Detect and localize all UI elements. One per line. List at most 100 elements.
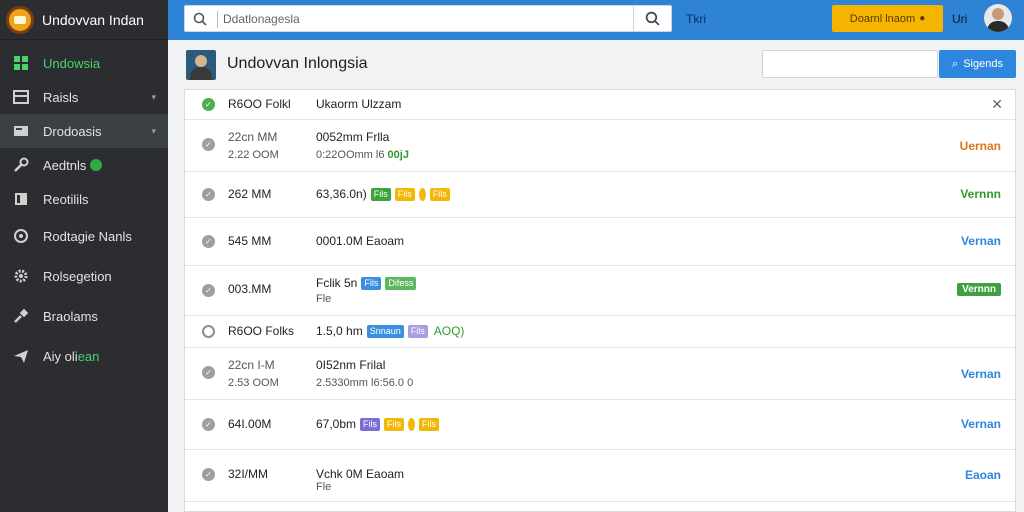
header-time: R6OO Folkl <box>228 97 291 111</box>
row-time: R6OO Folks <box>228 324 295 338</box>
sidebar-item-braolams[interactable]: Braolams <box>0 296 168 336</box>
target-icon <box>13 228 29 244</box>
row-subtitle: Fle <box>316 481 332 493</box>
row-time: 22cn I-M <box>228 358 275 372</box>
page-header: Undovvan Inlongsia ⌕ Sigends <box>184 48 1016 82</box>
sidebar-item-rolsegetion[interactable]: Rolsegetion <box>0 256 168 296</box>
sidebar-item-aedtnls[interactable]: Aedtnls <box>0 148 168 182</box>
search-input[interactable]: Ddatlonagesla <box>223 12 300 26</box>
filter-input[interactable] <box>762 50 938 78</box>
search-icon <box>193 12 207 26</box>
grid-icon <box>13 55 29 71</box>
row-action[interactable]: Vernnn <box>957 283 1001 296</box>
row-title: Vchk 0M Eaoam <box>316 467 405 481</box>
tag: Fils <box>407 325 428 339</box>
row-action[interactable]: Uernan <box>960 139 1001 153</box>
tag: Fils <box>394 188 415 202</box>
check-icon[interactable]: ✓ <box>202 418 215 431</box>
list-item[interactable]: ✓ 22cn MM 2.22 OOM 0052mm Frlla 0:22OOmm… <box>185 120 1015 172</box>
user-name[interactable]: Uri <box>952 12 967 26</box>
chevron-down-icon: ▾ <box>151 125 156 136</box>
sidebar-item-label: Rolsegetion <box>43 268 112 284</box>
pin-icon <box>13 308 29 324</box>
tag: Fils <box>419 418 440 432</box>
row-time: 64I.00M <box>228 417 272 431</box>
search-bar[interactable]: Ddatlonagesla <box>184 5 672 32</box>
row-time: 003.MM <box>228 282 272 296</box>
promo-button[interactable]: Doarnl lnaom ● <box>832 5 943 32</box>
check-icon[interactable]: ✓ <box>202 98 215 111</box>
check-icon[interactable]: ✓ <box>202 366 215 379</box>
close-icon[interactable]: ✕ <box>991 96 1003 113</box>
row-action[interactable]: Vernan <box>961 417 1001 431</box>
wrench-icon <box>13 157 29 173</box>
row-time: 22cn MM <box>228 130 278 144</box>
sidebar-item-label: Drodoasis <box>43 123 102 139</box>
card-icon <box>13 123 29 139</box>
brand[interactable]: Undovvan Indan <box>0 0 168 40</box>
page-title: Undovvan Inlongsia <box>227 55 368 72</box>
search-icon <box>645 11 660 26</box>
row-time: 545 MM <box>228 234 272 248</box>
row-time: 262 MM <box>228 187 272 201</box>
sidebar-item-suffix: ean <box>77 348 100 364</box>
app-title: Undovvan Indan <box>42 11 144 28</box>
row-title: 0I52nm Frilal <box>316 358 386 372</box>
check-icon[interactable]: ✓ <box>202 188 215 201</box>
tag: Fils <box>361 277 382 291</box>
row-subtitle: 2.5330mm l6:56.0 0 <box>316 377 414 389</box>
sidebar-item-label: Aedtnls <box>43 157 87 173</box>
top-link[interactable]: Tkri <box>686 12 706 26</box>
search-icon: ⌕ <box>952 57 959 70</box>
tag-dot <box>408 418 416 432</box>
check-icon[interactable]: ✓ <box>202 468 215 481</box>
top-bar: Ddatlonagesla Tkri Doarnl lnaom ● Uri <box>168 0 1024 40</box>
search-button[interactable] <box>633 6 671 31</box>
list-item[interactable]: ✓ 545 MM 0001.0M Eaoam Vernan <box>185 218 1015 266</box>
tag: Snnaun <box>366 325 404 339</box>
sidebar-item-label: Braolams <box>43 308 98 324</box>
row-time: 32I/MM <box>228 467 269 481</box>
tag: Fils <box>370 188 391 202</box>
row-time-secondary: 2.53 OOM <box>228 377 279 389</box>
sidebar-item-label: Rodtagie Nanls <box>43 228 132 244</box>
sidebar-item-reotilils[interactable]: Reotilils <box>0 182 168 216</box>
row-title: 63,36.0n) Fils Fils Fils <box>316 187 450 202</box>
pin-icon: ● <box>919 13 926 24</box>
list-header: ✓ R6OO Folkl Ukaorm Ulzzam ✕ <box>185 90 1015 120</box>
sidebar-item-rodtagie[interactable]: Rodtagie Nanls <box>0 216 168 256</box>
list-item[interactable]: ✓ 32I/MM Vchk 0M Eaoam Fle Eaoan <box>185 450 1015 502</box>
row-action[interactable]: Vernan <box>961 367 1001 381</box>
list-item[interactable]: ✓ 64I.00M 67,0bm Fils Fils Fils Vernan <box>185 400 1015 450</box>
row-subtitle: Fle <box>316 293 332 305</box>
sidebar-item-undowsia[interactable]: Undowsia <box>0 46 168 80</box>
page-avatar <box>186 50 216 80</box>
file-icon <box>13 191 29 207</box>
check-icon[interactable]: ✓ <box>202 138 215 151</box>
submit-label: Sigends <box>963 58 1003 70</box>
sidebar-item-aiyoli[interactable]: Aiy oli ean <box>0 336 168 376</box>
sidebar-item-drodoasis[interactable]: Drodoasis ▾ <box>0 114 168 148</box>
avatar[interactable] <box>984 4 1012 32</box>
radio-icon[interactable] <box>202 325 215 338</box>
row-title: 67,0bm Fils Fils Fils <box>316 417 440 432</box>
list-icon <box>13 89 29 105</box>
tag: Fils <box>384 418 405 432</box>
check-icon[interactable]: ✓ <box>202 284 215 297</box>
tag-dot <box>418 188 426 202</box>
row-action[interactable]: Vernnn <box>960 187 1001 201</box>
header-desc: Ukaorm Ulzzam <box>316 97 402 111</box>
row-time-secondary: 2.22 OOM <box>228 149 279 161</box>
list-item[interactable]: ✓ 262 MM 63,36.0n) Fils Fils Fils Vernnn <box>185 172 1015 218</box>
list-item[interactable]: ✓ 003.MM Fclik 5n Fils Difess Fle Vernnn <box>185 266 1015 316</box>
list-item[interactable]: R6OO Folks 1.5,0 hm Snnaun Fils AOQ) <box>185 316 1015 348</box>
chevron-down-icon: ▾ <box>151 91 156 102</box>
submit-button[interactable]: ⌕ Sigends <box>939 50 1016 78</box>
list-item[interactable]: ✓ 22cn I-M 2.53 OOM 0I52nm Frilal 2.5330… <box>185 348 1015 400</box>
check-icon[interactable]: ✓ <box>202 235 215 248</box>
row-action[interactable]: Vernan <box>961 234 1001 248</box>
tag: Difess <box>385 277 417 291</box>
row-title: 0052mm Frlla <box>316 130 390 144</box>
sidebar-item-raisls[interactable]: Raisls ▾ <box>0 80 168 114</box>
row-action[interactable]: Eaoan <box>965 468 1001 482</box>
